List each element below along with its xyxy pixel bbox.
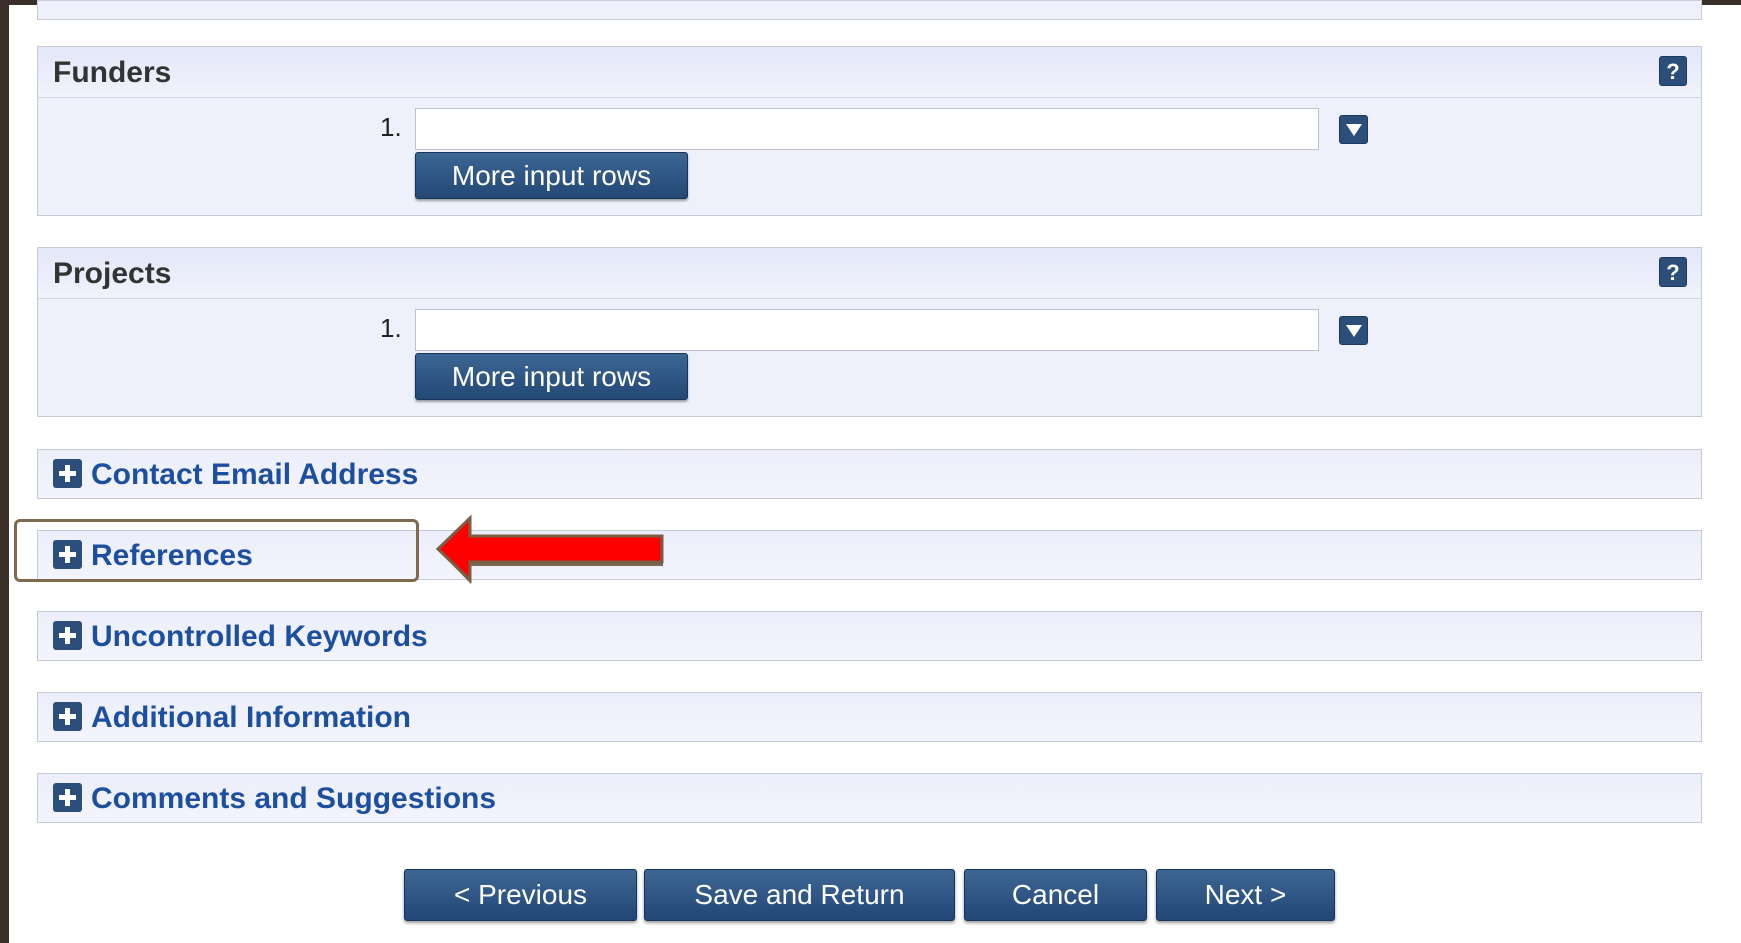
expand-plus-icon[interactable]: [53, 459, 82, 488]
help-icon[interactable]: ?: [1659, 56, 1687, 86]
projects-title: Projects: [53, 257, 172, 290]
next-button[interactable]: Next >: [1156, 869, 1335, 921]
red-arrow-icon: [436, 514, 664, 584]
projects-body: 1. More input rows: [38, 299, 1701, 417]
section-contact-email-address[interactable]: Contact Email Address: [37, 449, 1702, 499]
highlight-box: [14, 519, 419, 582]
expand-plus-icon[interactable]: [53, 621, 82, 650]
project-input[interactable]: [415, 309, 1319, 351]
more-input-rows-button[interactable]: More input rows: [415, 152, 688, 199]
more-input-rows-button[interactable]: More input rows: [415, 353, 688, 400]
previous-button[interactable]: < Previous: [404, 869, 637, 921]
section-uncontrolled-keywords[interactable]: Uncontrolled Keywords: [37, 611, 1702, 661]
save-and-return-button[interactable]: Save and Return: [644, 869, 955, 921]
funders-header: Funders ?: [38, 47, 1701, 98]
section-title[interactable]: Additional Information: [91, 701, 411, 735]
previous-section-edge: [37, 0, 1702, 20]
section-title[interactable]: Uncontrolled Keywords: [91, 620, 428, 654]
section-comments-and-suggestions[interactable]: Comments and Suggestions: [37, 773, 1702, 823]
help-icon[interactable]: ?: [1659, 257, 1687, 287]
section-title[interactable]: Contact Email Address: [91, 458, 418, 492]
dropdown-arrow-icon[interactable]: [1339, 115, 1368, 144]
section-title[interactable]: Comments and Suggestions: [91, 782, 496, 816]
expand-plus-icon[interactable]: [53, 783, 82, 812]
funder-input[interactable]: [415, 108, 1319, 150]
row-number: 1.: [380, 313, 402, 343]
projects-panel: Projects ? 1. More input rows: [37, 247, 1702, 417]
expand-plus-icon[interactable]: [53, 702, 82, 731]
projects-header: Projects ?: [38, 248, 1701, 299]
section-additional-information[interactable]: Additional Information: [37, 692, 1702, 742]
funders-body: 1. More input rows: [38, 98, 1701, 216]
funders-title: Funders: [53, 56, 172, 89]
row-number: 1.: [380, 112, 402, 142]
page-frame: Funders ? 1. More input rows Projects ? …: [9, 0, 1741, 943]
cancel-button[interactable]: Cancel: [964, 869, 1147, 921]
funders-panel: Funders ? 1. More input rows: [37, 46, 1702, 216]
dropdown-arrow-icon[interactable]: [1339, 316, 1368, 345]
